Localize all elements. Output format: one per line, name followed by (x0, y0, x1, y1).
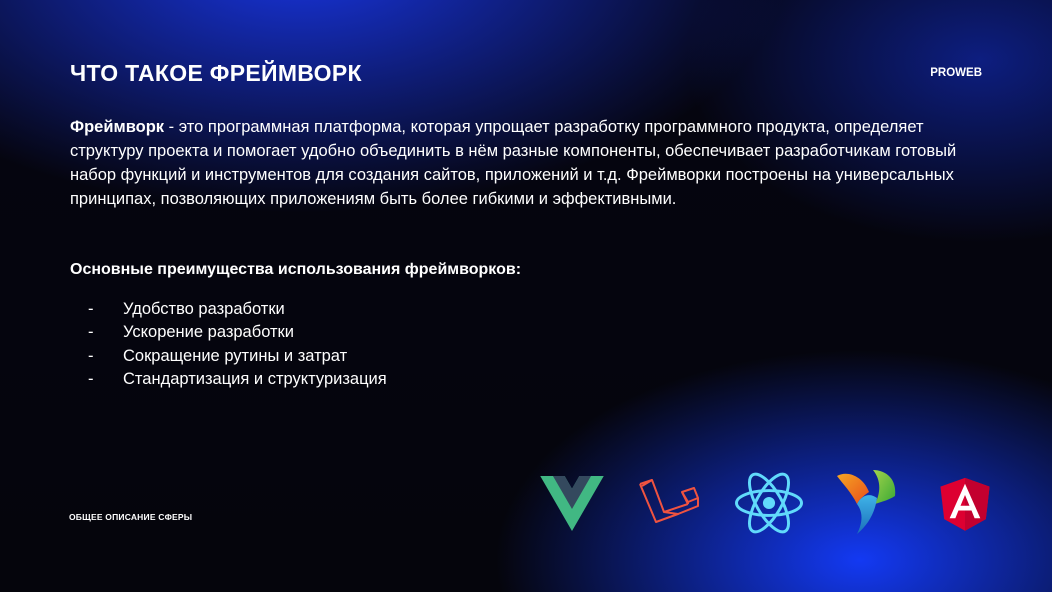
list-item: - Удобство разработки (88, 298, 387, 321)
react-logo-icon (735, 472, 803, 534)
list-item-label: Стандартизация и структуризация (123, 369, 387, 388)
intro-term: Фреймворк (70, 118, 165, 136)
slide-title: ЧТО ТАКОЕ ФРЕЙМВОРК (70, 60, 362, 86)
footer-label: ОБЩЕЕ ОПИСАНИЕ СФЕРЫ (69, 512, 193, 522)
list-item: - Стандартизация и структуризация (88, 368, 387, 391)
list-dash: - (88, 323, 94, 342)
advantages-list: - Удобство разработки - Ускорение разработ… (88, 298, 387, 391)
yii-logo-icon (837, 470, 896, 534)
list-dash: - (88, 369, 94, 388)
laravel-logo-icon (639, 479, 699, 523)
vue-logo-icon (540, 476, 604, 531)
advantages-heading: Основные преимущества использования фрей… (70, 261, 522, 278)
list-item-label: Удобство разработки (123, 300, 285, 318)
list-item-label: Ускорение разработки (123, 323, 294, 342)
list-item: - Ускорение разработки (88, 321, 387, 344)
list-dash: - (88, 346, 94, 365)
list-item: - Сокращение рутины и затрат (88, 345, 387, 368)
brand-label: PROWEB (930, 67, 982, 79)
intro-text: - это программная платформа, которая упр… (70, 118, 957, 208)
list-item-label: Сокращение рутины и затрат (123, 346, 348, 365)
list-dash: - (88, 300, 94, 318)
angular-logo-icon (940, 477, 990, 531)
intro-paragraph: Фреймворк - это программная платформа, к… (70, 115, 975, 211)
